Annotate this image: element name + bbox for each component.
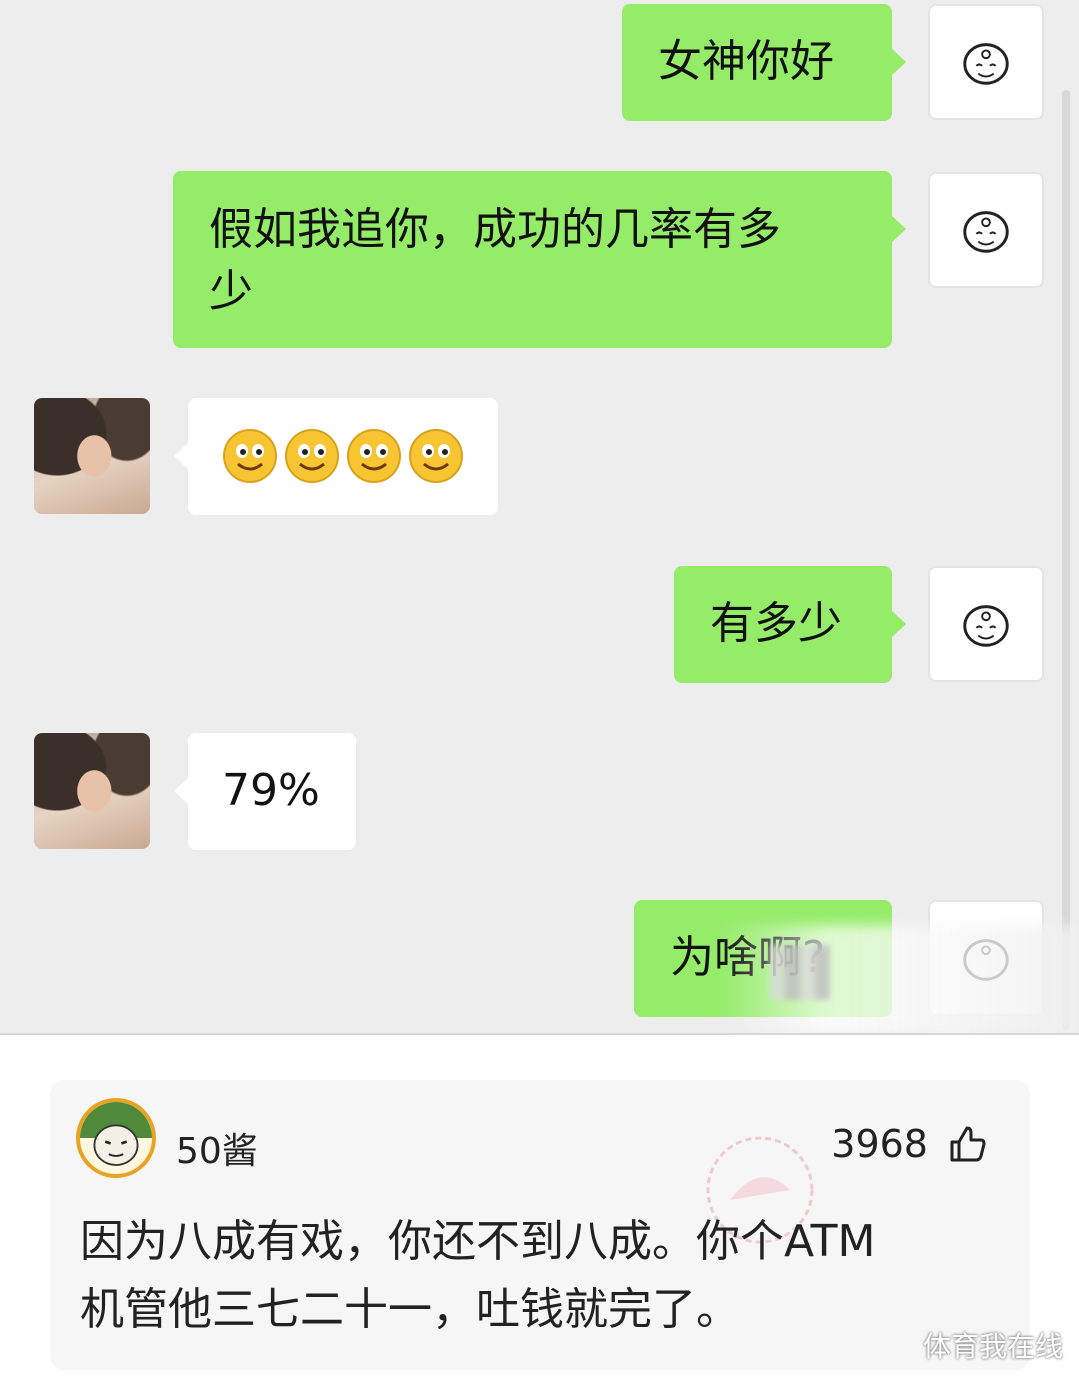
message-bubble[interactable]: 有多少 — [674, 566, 906, 683]
message-text-line: 假如我追你，成功的几率有多 — [209, 204, 781, 255]
doodle-face-icon — [963, 211, 1009, 253]
my-avatar[interactable] — [928, 566, 1044, 682]
contact-avatar[interactable] — [34, 733, 150, 849]
divider — [0, 1033, 1079, 1035]
message-text-line: 少 — [209, 266, 253, 317]
message-bubble[interactable]: 女神你好 — [622, 4, 906, 121]
comment-text-line: 因为八成有戏，你还不到八成。你个ATM — [80, 1216, 876, 1267]
doodle-face-icon — [963, 43, 1009, 85]
meme-face-icon — [80, 1102, 152, 1166]
my-avatar[interactable] — [928, 172, 1044, 288]
message-text: 79% — [222, 765, 320, 816]
watermark: 体育我在线 — [922, 1330, 1063, 1363]
message-text: 女神你好 — [658, 36, 834, 87]
mosaic-overlay — [770, 945, 830, 1000]
message-bubble[interactable] — [174, 398, 498, 515]
message-bubble[interactable]: 79% — [174, 733, 356, 850]
slightly-smiling-face-icon — [285, 429, 339, 483]
chat-area: 女神你好 假如我追你，成功的几率有多 少 有多少 79% — [0, 0, 1079, 1033]
comment-text-line: 机管他三七二十一，吐钱就完了。 — [80, 1284, 740, 1335]
slightly-smiling-face-icon — [347, 429, 401, 483]
slightly-smiling-face-icon — [223, 429, 277, 483]
message-text: 有多少 — [710, 598, 842, 649]
contact-avatar[interactable] — [34, 398, 150, 514]
commenter-name[interactable]: 50酱 — [176, 1122, 258, 1174]
message-bubble[interactable]: 假如我追你，成功的几率有多 少 — [173, 171, 906, 348]
slightly-smiling-face-icon — [409, 429, 463, 483]
scrollbar[interactable] — [1062, 90, 1070, 1030]
like-count: 3968 — [831, 1122, 928, 1166]
commenter-avatar[interactable] — [76, 1098, 156, 1178]
my-avatar[interactable] — [928, 4, 1044, 120]
comment-text: 因为八成有戏，你还不到八成。你个ATM 机管他三七二十一，吐钱就完了。 — [80, 1208, 1000, 1344]
doodle-face-icon — [963, 605, 1009, 647]
thumbs-up-icon[interactable] — [948, 1124, 988, 1164]
emoji-row — [222, 428, 464, 484]
comment-card[interactable]: 50酱 3968 因为八成有戏，你还不到八成。你个ATM 机管他三七二十一，吐钱… — [50, 1080, 1030, 1370]
